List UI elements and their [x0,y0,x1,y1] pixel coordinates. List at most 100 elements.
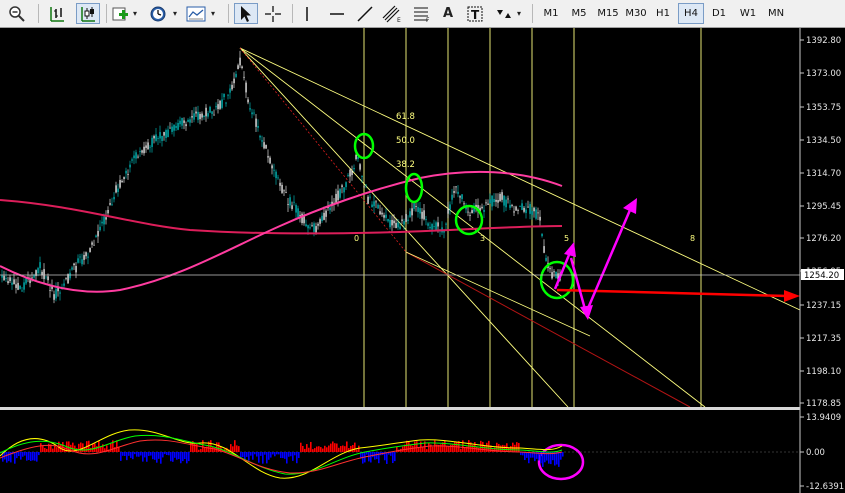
timeframe-m15[interactable]: M15 [594,3,622,24]
candle-body [153,135,155,139]
candle-body [521,203,523,210]
timeframe-w1[interactable]: W1 [734,3,762,24]
candle-body [227,94,229,96]
candle-body [293,201,295,203]
histogram-bar [20,452,22,460]
histogram-bar [290,452,292,457]
candle-body [137,156,139,158]
periodicity-dropdown-icon[interactable]: ▾ [170,3,180,24]
candle-body [95,235,97,237]
histogram-bar [96,446,98,452]
histogram-bar [428,442,430,452]
histogram-bar [90,447,92,452]
candle-body [527,206,529,208]
trendline-icon[interactable] [354,3,376,24]
candle-body [355,154,357,160]
templates-icon[interactable] [184,3,208,24]
candle-body [251,112,253,115]
histogram-bar [320,447,322,452]
text-label-icon[interactable]: T [464,3,486,24]
histogram-bar [334,443,336,452]
bar-chart-icon[interactable] [46,3,68,24]
candle-body [119,179,121,188]
candle-body [379,211,381,215]
histogram-bar [140,452,142,456]
candle-body [49,290,51,291]
histogram-bar [170,452,172,462]
candle-body [337,190,339,201]
timeframe-d1[interactable]: D1 [706,3,732,24]
candle-body [107,209,109,214]
candle-body [495,199,497,202]
candle-body [259,135,261,138]
arrows-icon[interactable] [494,3,514,24]
chart-area[interactable]: 61.8 50.0 38.2 0 3 5 8 1392.80 1373.00 1353.75 1… [0,28,845,493]
candle-body [291,205,293,209]
candle-body [243,76,245,78]
equidistant-channel-icon[interactable]: E [380,3,404,24]
candle-body [319,219,321,224]
candle-body [151,137,153,147]
timeframe-m30[interactable]: M30 [622,3,650,24]
horizontal-line-icon[interactable] [326,3,348,24]
candle-body [91,242,93,245]
histogram-bar [282,452,284,459]
text-icon[interactable]: A [438,3,458,24]
timeframe-h1[interactable]: H1 [650,3,676,24]
histogram-bar [178,452,180,460]
histogram-bar [274,452,276,457]
candle-body [249,108,251,110]
templates-dropdown-icon[interactable]: ▾ [208,3,218,24]
new-chart-dropdown-icon[interactable]: ▾ [130,3,140,24]
histogram-bar [250,452,252,456]
candlestick-icon[interactable] [76,3,100,24]
histogram-bar [288,452,290,457]
histogram-bar [24,452,26,456]
candle-body [109,203,111,205]
histogram-bar [158,452,160,459]
candle-body [71,267,73,270]
candle-body [317,223,319,226]
price-axis-label: 1178.85 [806,399,841,409]
price-axis-label: 1237.15 [806,301,841,311]
periodicity-clock-icon[interactable] [146,3,170,24]
price-axis-label: 1334.50 [806,136,841,146]
candle-body [55,288,57,299]
histogram-bar [452,444,454,452]
arrows-dropdown-icon[interactable]: ▾ [514,3,524,24]
histogram-bar [136,452,138,457]
timeframe-m5[interactable]: M5 [566,3,592,24]
candle-body [147,142,149,150]
histogram-bar [232,446,234,452]
crosshair-icon[interactable] [262,3,284,24]
candle-body [43,269,45,280]
candle-body [381,212,383,215]
timeframe-mn[interactable]: MN [762,3,790,24]
cursor-icon[interactable] [234,3,258,24]
new-chart-icon[interactable] [110,3,130,24]
histogram-bar [336,443,338,452]
candle-body [101,221,103,224]
candle-body [315,226,317,233]
candle-body [451,194,453,200]
candle-body [409,211,411,217]
svg-text:T: T [471,8,480,22]
candle-body [113,196,115,200]
cycle-label: 3 [480,234,485,243]
fib-level-label: 61.8 [396,112,415,122]
candle-body [425,218,427,220]
timeframe-h4[interactable]: H4 [678,3,704,24]
candle-body [271,165,273,169]
vertical-line-icon[interactable] [298,3,316,24]
candle-body [209,106,211,113]
candle-body [487,203,489,205]
timeframe-m1[interactable]: M1 [538,3,564,24]
indicator-separator[interactable] [0,407,800,410]
fibonacci-icon[interactable]: F [410,3,434,24]
candle-body [97,230,99,237]
zoom-out-icon[interactable] [6,3,28,24]
histogram-bar [52,448,54,452]
candle-body [223,94,225,98]
histogram-bar [186,452,188,464]
candle-body [263,142,265,149]
